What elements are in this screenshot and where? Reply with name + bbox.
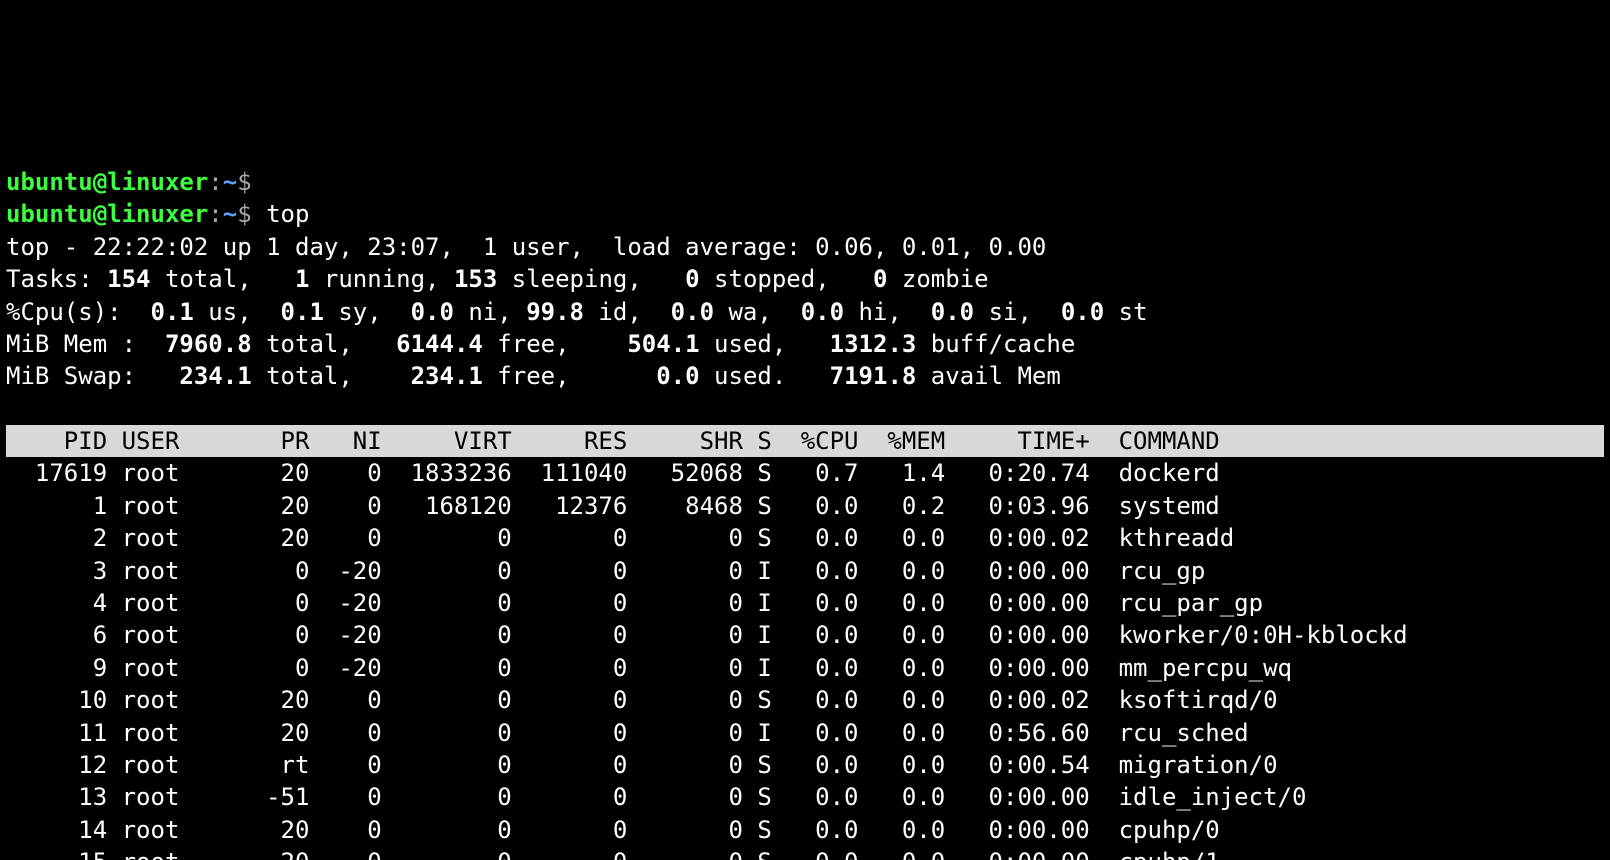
top-tasks-line: Tasks: 154 total, 1 running, 153 sleepin… bbox=[6, 265, 989, 293]
shell-prompt: ubuntu@linuxer:~$ bbox=[6, 168, 252, 196]
top-summary-line: top - 22:22:02 up 1 day, 23:07, 1 user, … bbox=[6, 233, 1046, 261]
top-mem-line: MiB Mem : 7960.8 total, 6144.4 free, 504… bbox=[6, 330, 1075, 358]
top-cpu-line: %Cpu(s): 0.1 us, 0.1 sy, 0.0 ni, 99.8 id… bbox=[6, 298, 1148, 326]
terminal-window[interactable]: ubuntu@linuxer:~$ ubuntu@linuxer:~$ top … bbox=[0, 162, 1610, 860]
command-entered: top bbox=[266, 200, 309, 228]
shell-prompt: ubuntu@linuxer:~$ bbox=[6, 200, 252, 228]
top-swap-line: MiB Swap: 234.1 total, 234.1 free, 0.0 u… bbox=[6, 362, 1061, 390]
process-table-header: PID USER PR NI VIRT RES SHR S %CPU %MEM … bbox=[6, 425, 1604, 457]
process-list: 17619 root 20 0 1833236 111040 52068 S 0… bbox=[6, 457, 1604, 860]
